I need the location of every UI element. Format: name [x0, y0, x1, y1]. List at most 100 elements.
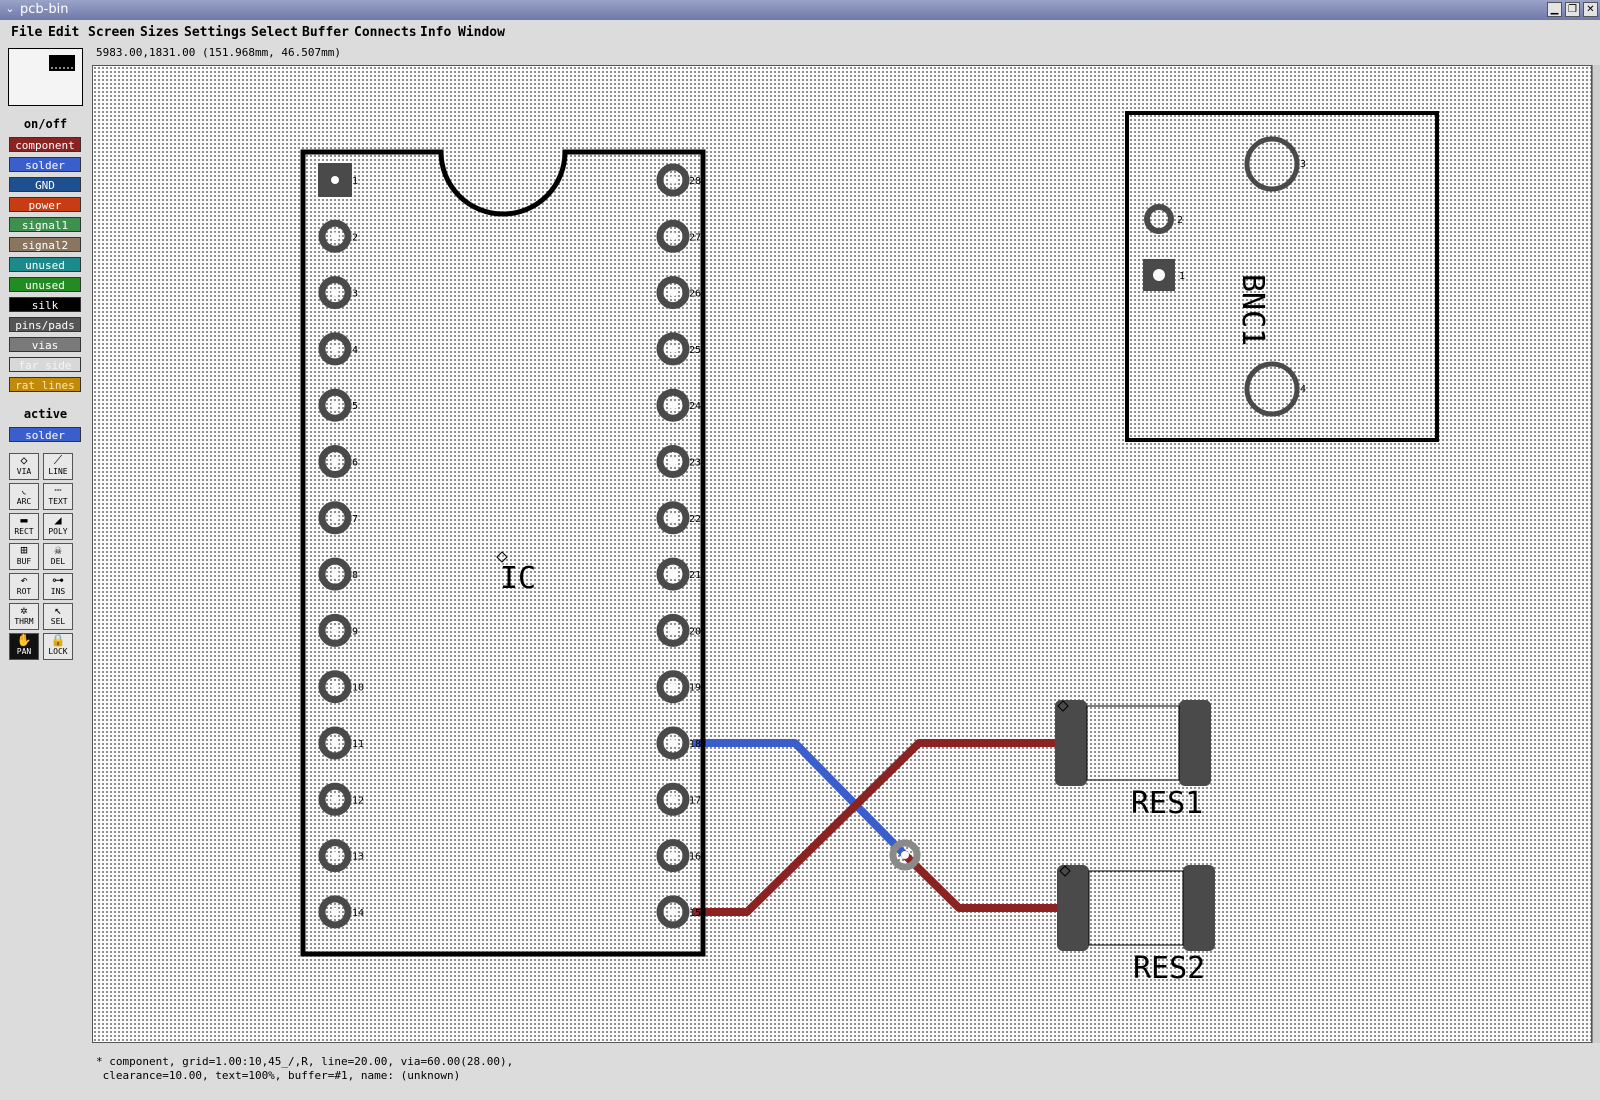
layer-silk-button[interactable]: silk: [9, 297, 81, 312]
ic-pad-hole: [331, 739, 339, 747]
window-menu-icon[interactable]: ⌄: [3, 2, 17, 16]
res1-pad-1[interactable]: [1055, 700, 1087, 786]
bnc-mount-pad-3[interactable]: [1244, 136, 1300, 192]
res1-pad-2[interactable]: [1179, 700, 1211, 786]
tool-thrm-button[interactable]: ✲ THRM: [9, 603, 39, 630]
ic-left-pin-number: 7: [352, 514, 358, 525]
menu-screen[interactable]: Screen: [88, 25, 135, 40]
menu-edit[interactable]: Edit: [48, 25, 79, 40]
res1-refdes: RES1: [1131, 786, 1203, 821]
close-button[interactable]: ✕: [1583, 2, 1598, 17]
ic-pad-hole: [669, 682, 677, 691]
ic-pad-hole: [669, 344, 677, 353]
menu-buffer[interactable]: Buffer: [302, 25, 349, 40]
ic-right-pin-number: 15: [689, 908, 701, 919]
tool-text-button[interactable]: ┄ TEXT: [43, 483, 73, 510]
active-layer-button[interactable]: solder: [9, 427, 81, 442]
minimize-button[interactable]: ▁: [1547, 2, 1562, 17]
menu-sizes[interactable]: Sizes: [140, 25, 179, 40]
bnc-pin-number: 2: [1177, 215, 1183, 226]
layer-gnd-button[interactable]: GND: [9, 177, 81, 192]
tool-del-button[interactable]: ☠ DEL: [43, 543, 73, 570]
line-icon: ⟋: [53, 453, 63, 467]
ic-left-pin-number: 8: [352, 570, 358, 581]
menu-window[interactable]: Window: [458, 25, 505, 40]
bnc-pin-number: 3: [1300, 159, 1306, 170]
ic-pad-hole: [331, 176, 339, 184]
menu-file[interactable]: File: [11, 25, 42, 40]
onoff-label: on/off: [23, 117, 68, 131]
layer-rat-lines-button[interactable]: rat lines: [9, 377, 81, 392]
menu-connects[interactable]: Connects: [354, 25, 417, 40]
tool-lock-button[interactable]: 🔒 LOCK: [43, 633, 73, 660]
vertical-scrollbar[interactable]: [1592, 65, 1600, 1043]
ic-right-pin-number: 28: [689, 176, 701, 187]
bnc-mount-pad-4[interactable]: [1244, 361, 1300, 417]
ic-pad-hole: [669, 288, 677, 297]
tool-rect-button[interactable]: ▬ RECT: [9, 513, 39, 540]
board-canvas[interactable]: 1 28 2 27 3 26 4 25 5 24 6 23 7 22 8 21 9 20 10 19 11 18 12 17 1…: [92, 65, 1592, 1043]
res2-refdes: RES2: [1133, 951, 1205, 986]
ic-left-pin-number: 4: [352, 345, 358, 356]
status-line-2: clearance=10.00, text=100%, buffer=#1, n…: [96, 1069, 461, 1082]
ic-pad-hole: [669, 176, 677, 184]
ic-pad-hole: [669, 513, 677, 522]
maximize-button[interactable]: ❐: [1565, 2, 1580, 17]
bnc-pad-2[interactable]: [1144, 204, 1174, 234]
component-trace[interactable]: [902, 852, 1063, 912]
ic-pad-hole: [331, 513, 339, 522]
ic-pad-hole: [331, 907, 339, 916]
res1-silk-outline: [1086, 705, 1180, 781]
tool-sel-button[interactable]: ↖ SEL: [43, 603, 73, 630]
solder-trace[interactable]: [693, 739, 908, 858]
layer-unused-button[interactable]: unused: [9, 257, 81, 272]
layer-far-side-button[interactable]: far side: [9, 357, 81, 372]
layer-signal2-button[interactable]: signal2: [9, 237, 81, 252]
tool-ins-button[interactable]: ⊶ INS: [43, 573, 73, 600]
status-bar: * component, grid=1.00:10,45_/,R, line=2…: [96, 1055, 513, 1083]
poly-icon: ◢: [54, 513, 62, 527]
tool-rot-button[interactable]: ↶ ROT: [9, 573, 39, 600]
via-hole: [901, 851, 909, 859]
tool-label: DEL: [50, 557, 66, 566]
tool-label: LOCK: [48, 647, 68, 656]
tool-label: LINE: [48, 467, 68, 476]
tool-label: PAN: [16, 647, 32, 656]
ic-right-pin-number: 20: [689, 626, 701, 637]
ic-right-pin-number: 25: [689, 345, 701, 356]
tool-via-button[interactable]: ◇ VIA: [9, 453, 39, 480]
layer-signal1-button[interactable]: signal1: [9, 217, 81, 232]
ic-pad-hole: [331, 851, 339, 860]
tool-poly-button[interactable]: ◢ POLY: [43, 513, 73, 540]
layer-pins-pads-button[interactable]: pins/pads: [9, 317, 81, 332]
menu-settings[interactable]: Settings: [184, 25, 247, 40]
buffer-preview[interactable]: [8, 48, 83, 106]
ic-right-pin-number: 17: [689, 795, 701, 806]
tool-arc-button[interactable]: ◟ ARC: [9, 483, 39, 510]
ic-pad-hole: [331, 288, 339, 297]
menu-info[interactable]: Info: [420, 25, 451, 40]
tool-line-button[interactable]: ⟋ LINE: [43, 453, 73, 480]
ic-pad-hole: [331, 626, 339, 635]
ic-refdes: IC: [500, 561, 536, 596]
layer-vias-button[interactable]: vias: [9, 337, 81, 352]
ic-right-pin-number: 16: [689, 852, 701, 863]
ic-left-pin-number: 11: [352, 739, 364, 750]
res2-pad-1[interactable]: [1057, 865, 1089, 951]
ic-pad-hole: [669, 795, 677, 804]
layer-power-button[interactable]: power: [9, 197, 81, 212]
buffer-icon: ⊞: [20, 543, 28, 557]
bnc-refdes: BNC1: [1235, 274, 1270, 346]
arc-icon: ◟: [20, 483, 28, 497]
layer-component-button[interactable]: component: [9, 137, 81, 152]
tool-label: TEXT: [48, 497, 68, 506]
thermal-icon: ✲: [20, 603, 28, 617]
layer-solder-button[interactable]: solder: [9, 157, 81, 172]
tool-pan-button[interactable]: ✋ PAN: [9, 633, 39, 660]
res2-pad-2[interactable]: [1183, 865, 1215, 951]
board-drawing: 1 282 273 264 255 246 237 228 219 2010 1911 1812 171…: [300, 111, 1439, 986]
layer-unused-button[interactable]: unused: [9, 277, 81, 292]
menu-select[interactable]: Select: [251, 25, 298, 40]
tool-buf-button[interactable]: ⊞ BUF: [9, 543, 39, 570]
tool-label: THRM: [14, 617, 34, 626]
